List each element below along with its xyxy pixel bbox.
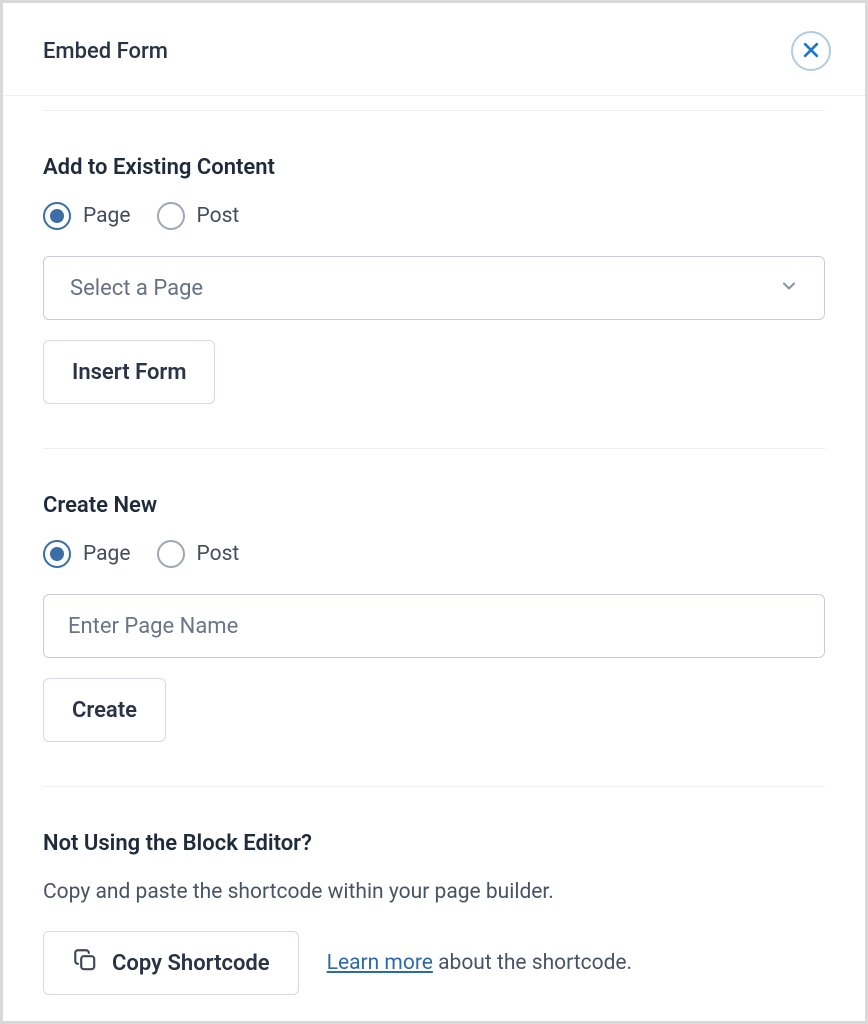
shortcode-section: Not Using the Block Editor? Copy and pas…: [43, 787, 825, 1015]
radio-page-new-label: Page: [83, 542, 131, 566]
radio-post-new[interactable]: [157, 540, 185, 568]
radio-page-new[interactable]: [43, 540, 71, 568]
radio-page-label: Page: [83, 204, 131, 228]
shortcode-description: Copy and paste the shortcode within your…: [43, 878, 825, 907]
radio-post[interactable]: [157, 202, 185, 230]
radio-post-new-label: Post: [197, 542, 240, 566]
about-suffix: about the shortcode.: [433, 951, 632, 975]
copy-shortcode-label: Copy Shortcode: [112, 951, 270, 976]
radio-post-label: Post: [197, 204, 240, 228]
insert-form-label: Insert Form: [72, 360, 186, 385]
close-icon: [801, 40, 821, 63]
shortcode-about: Learn more about the shortcode.: [327, 951, 632, 975]
shortcode-row: Copy Shortcode Learn more about the shor…: [43, 931, 825, 995]
add-existing-section: Add to Existing Content Page Post Select…: [43, 111, 825, 449]
create-new-heading: Create New: [43, 493, 825, 518]
radio-page[interactable]: [43, 202, 71, 230]
create-button-label: Create: [72, 698, 137, 723]
page-select-placeholder: Select a Page: [70, 276, 203, 301]
close-button[interactable]: [791, 31, 831, 71]
copy-shortcode-button[interactable]: Copy Shortcode: [43, 931, 299, 995]
add-existing-heading: Add to Existing Content: [43, 155, 825, 180]
copy-icon: [72, 947, 98, 979]
create-new-section: Create New Page Post Create: [43, 449, 825, 787]
modal-title: Embed Form: [43, 39, 168, 64]
shortcode-heading: Not Using the Block Editor?: [43, 831, 825, 856]
learn-more-link[interactable]: Learn more: [327, 951, 433, 975]
page-select-wrap: Select a Page: [43, 256, 825, 320]
add-existing-radio-group: Page Post: [43, 202, 825, 230]
insert-form-button[interactable]: Insert Form: [43, 340, 215, 404]
page-select[interactable]: Select a Page: [43, 256, 825, 320]
create-button[interactable]: Create: [43, 678, 166, 742]
embed-form-modal: Embed Form Add to Existing Content Page …: [3, 3, 865, 1021]
modal-body: Add to Existing Content Page Post Select…: [3, 110, 865, 1015]
create-new-radio-group: Page Post: [43, 540, 825, 568]
modal-header: Embed Form: [3, 3, 865, 96]
page-name-input[interactable]: [43, 594, 825, 658]
